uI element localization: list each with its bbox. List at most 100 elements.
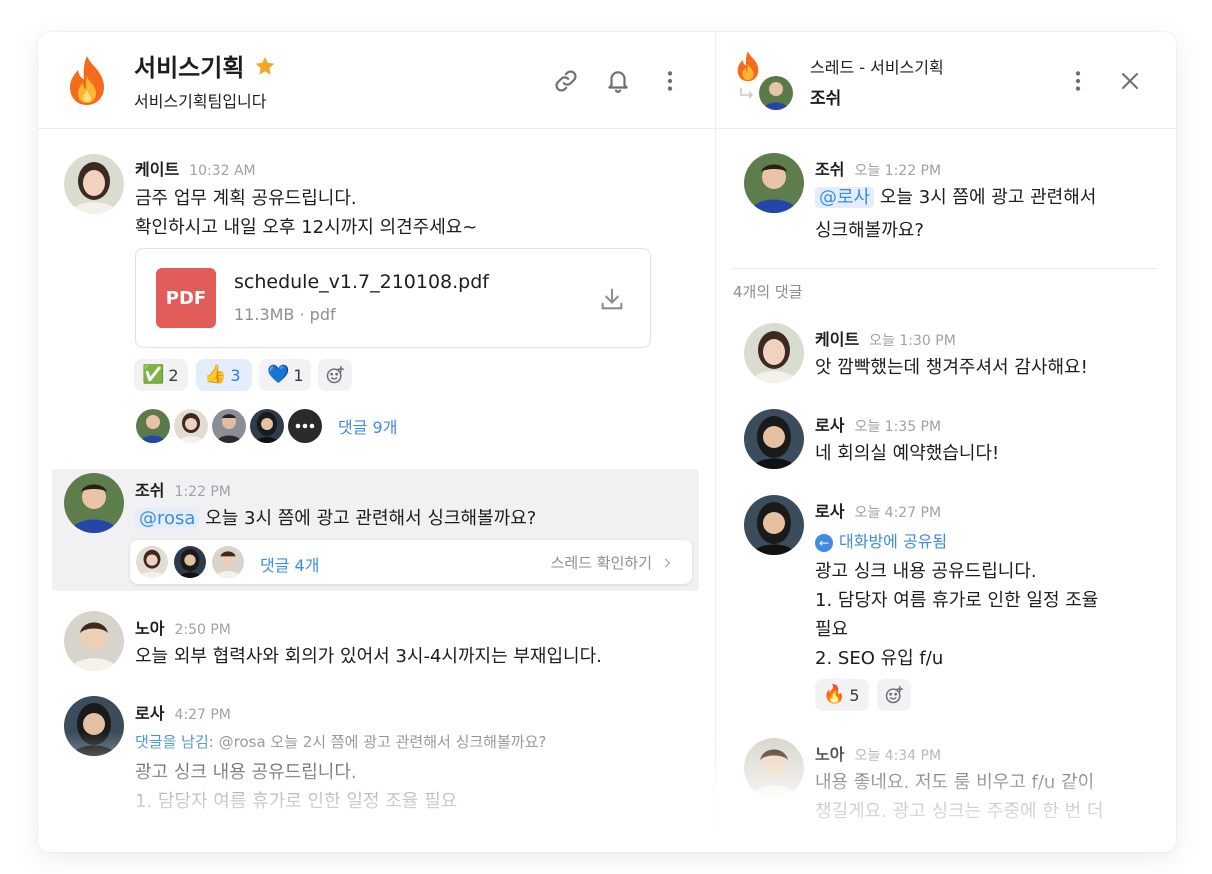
- link-icon[interactable]: [551, 66, 581, 96]
- file-meta: 11.3MB · pdf: [234, 305, 336, 324]
- reply-avatar: [134, 544, 170, 580]
- author-name[interactable]: 조쉬: [815, 156, 844, 180]
- author-name[interactable]: 로사: [135, 700, 164, 724]
- thread-root-avatar-small: [757, 74, 795, 112]
- thread-channel-fire-icon: [734, 50, 762, 82]
- close-icon[interactable]: [1115, 66, 1145, 96]
- reply-quote: @rosa 오늘 2시 쯤에 광고 관련해서 싱크해볼까요?: [218, 733, 547, 751]
- avatar-josh[interactable]: [64, 473, 124, 533]
- timestamp: 오늘 1:30 PM: [869, 333, 956, 349]
- pdf-file-icon: PDF: [156, 268, 216, 328]
- add-reaction-button[interactable]: [318, 359, 352, 391]
- message-text: 오늘 3시 쯤에 광고 관련해서 싱크해볼까요?: [205, 508, 537, 529]
- more-vertical-icon[interactable]: [655, 66, 685, 96]
- star-icon[interactable]: [254, 55, 276, 77]
- message-text: 네 회의실 예약했습니다!: [815, 443, 1000, 464]
- view-thread-link[interactable]: 스레드 확인하기: [551, 552, 674, 573]
- avatar-kate[interactable]: [744, 323, 804, 383]
- timestamp: 오늘 1:22 PM: [854, 163, 942, 179]
- message-line: 필요: [815, 619, 849, 640]
- mention-tag[interactable]: @rosa: [135, 508, 200, 529]
- replies-link[interactable]: 댓글 4개: [260, 552, 319, 576]
- avatar-rosa[interactable]: [64, 696, 124, 756]
- channel-fire-icon: [64, 54, 110, 106]
- reaction-count: 1: [293, 365, 304, 385]
- thread-divider: [732, 268, 1158, 269]
- thread-more-icon[interactable]: [1063, 66, 1093, 96]
- reply-avatar: [210, 407, 248, 445]
- reply-avatar: [210, 544, 246, 580]
- reply-avatar: [172, 544, 208, 580]
- reaction-count: 3: [230, 365, 241, 385]
- reaction-count: 2: [168, 365, 179, 385]
- reaction-fire[interactable]: 🔥 5: [815, 679, 869, 711]
- reaction-check[interactable]: ✅ 2: [134, 359, 188, 391]
- thread-header-divider: [716, 128, 1176, 129]
- message-line: 내용 좋네요. 저도 룸 비우고 f/u 같이: [815, 772, 1095, 793]
- message-line: 확인하시고 내일 오후 12시까지 의견주세요~: [135, 217, 478, 238]
- messenger-window: 서비스기획 서비스기획팀입니다 케이트 10:32 AM 금주 업무 계획 공유…: [38, 32, 1176, 852]
- pane-divider: [715, 32, 716, 852]
- message-text: 싱크해볼까요?: [815, 220, 924, 241]
- author-name[interactable]: 조쉬: [135, 477, 164, 501]
- reply-count-label: 4개의 댓글: [733, 283, 803, 301]
- add-emoji-icon: [885, 685, 904, 704]
- thread-title: 스레드 - 서비스기획: [810, 58, 944, 77]
- author-name[interactable]: 로사: [815, 498, 844, 522]
- author-name[interactable]: 로사: [815, 412, 844, 436]
- mention-tag[interactable]: @로사: [815, 187, 875, 208]
- timestamp: 2:50 PM: [174, 622, 231, 638]
- reply-avatar: [172, 407, 210, 445]
- timestamp: 1:22 PM: [174, 484, 231, 500]
- author-name[interactable]: 케이트: [135, 156, 179, 180]
- reaction-thumbs-up[interactable]: 👍 3: [196, 359, 252, 391]
- message-line: 1. 담당자 여름 휴가로 인한 일정 조율 필요: [135, 791, 458, 812]
- shared-to-channel-link[interactable]: ← 대화방에 공유됨: [815, 528, 947, 552]
- avatar-rosa[interactable]: [744, 495, 804, 555]
- author-name[interactable]: 노아: [815, 741, 844, 765]
- channel-header: 서비스기획 서비스기획팀입니다: [38, 32, 715, 128]
- add-reaction-button[interactable]: [877, 679, 911, 711]
- thread-preview-bar[interactable]: 댓글 4개 스레드 확인하기: [130, 540, 692, 584]
- message-line: 챙길게요. 광고 싱크는 주중에 한 번 더: [815, 801, 1104, 822]
- file-name: schedule_v1.7_210108.pdf: [234, 271, 489, 293]
- avatar-josh[interactable]: [744, 153, 804, 213]
- bell-icon[interactable]: [603, 66, 633, 96]
- timestamp: 오늘 4:34 PM: [854, 748, 942, 764]
- reply-avatar: [248, 407, 286, 445]
- timestamp: 10:32 AM: [189, 163, 256, 179]
- thread-reply-arrow-icon: [738, 86, 756, 102]
- shared-label: 대화방에 공유됨: [839, 532, 948, 551]
- message-line: 금주 업무 계획 공유드립니다.: [135, 188, 357, 209]
- reply-prefix[interactable]: 댓글을 남김:: [135, 733, 214, 751]
- thread-root-author: 조쉬: [810, 89, 842, 109]
- timestamp: 오늘 1:35 PM: [854, 419, 942, 435]
- message-text: 오늘 외부 협력사와 회의가 있어서 3시-4시까지는 부재입니다.: [135, 646, 602, 667]
- replies-link[interactable]: 댓글 9개: [338, 414, 397, 438]
- message-text: 앗 깜빡했는데 챙겨주셔서 감사해요!: [815, 357, 1088, 378]
- thumbs-up-emoji-icon: 👍: [204, 364, 227, 385]
- check-emoji-icon: ✅: [142, 364, 165, 385]
- channel-description: 서비스기획팀입니다: [134, 92, 267, 111]
- message-line: 광고 싱크 내용 공유드립니다.: [815, 561, 1037, 582]
- author-name[interactable]: 노아: [135, 615, 164, 639]
- avatar-noah[interactable]: [64, 611, 124, 671]
- timestamp: 4:27 PM: [174, 707, 231, 723]
- message-text: 오늘 3시 쯤에 광고 관련해서: [879, 187, 1097, 208]
- header-divider: [38, 128, 715, 129]
- reaction-blue-heart[interactable]: 💙 1: [259, 359, 311, 391]
- chevron-right-icon: [664, 558, 671, 567]
- blue-heart-emoji-icon: 💙: [267, 364, 290, 385]
- more-repliers-icon: [286, 407, 324, 445]
- avatar-rosa[interactable]: [744, 409, 804, 469]
- avatar-kate[interactable]: [64, 154, 124, 214]
- reaction-count: 5: [849, 685, 860, 705]
- view-thread-label: 스레드 확인하기: [550, 554, 652, 572]
- author-name[interactable]: 케이트: [815, 326, 859, 350]
- message-line: 광고 싱크 내용 공유드립니다.: [135, 762, 357, 783]
- avatar-noah[interactable]: [744, 738, 804, 798]
- download-icon[interactable]: [598, 285, 626, 313]
- fire-emoji-icon: 🔥: [823, 684, 846, 705]
- file-attachment[interactable]: PDF schedule_v1.7_210108.pdf 11.3MB · pd…: [135, 248, 651, 348]
- share-arrow-icon: ←: [815, 533, 833, 552]
